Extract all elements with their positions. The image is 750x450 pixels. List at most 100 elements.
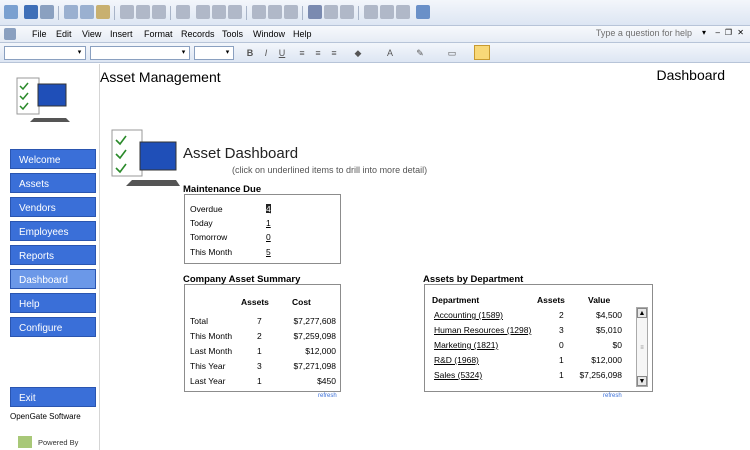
object-combo[interactable]: ▾: [4, 46, 86, 60]
nav-dashboard[interactable]: Dashboard: [10, 269, 96, 289]
new-record-icon[interactable]: [324, 5, 338, 19]
nav-help[interactable]: Help: [10, 293, 96, 313]
search-icon[interactable]: [40, 5, 54, 19]
size-combo[interactable]: ▾: [194, 46, 234, 60]
summary-refresh-link[interactable]: refresh: [318, 393, 337, 399]
font-color-icon[interactable]: A: [384, 47, 396, 59]
maintenance-panel: Overdue 4 Today 1 Tomorrow 0 This Month …: [184, 194, 341, 264]
maintenance-label: Today: [190, 218, 213, 228]
database-window-icon[interactable]: [380, 5, 394, 19]
border-width-icon[interactable]: ▭: [446, 47, 458, 59]
new-object-icon[interactable]: [396, 5, 410, 19]
summary-label: This Month: [190, 331, 233, 341]
find-icon[interactable]: [308, 5, 322, 19]
nav-reports[interactable]: Reports: [10, 245, 96, 265]
department-scrollbar[interactable]: ▲ ≡ ▼: [636, 307, 648, 387]
copy-icon[interactable]: [136, 5, 150, 19]
scroll-thumb-grip-icon[interactable]: ≡: [639, 344, 645, 352]
departments-refresh-link[interactable]: refresh: [603, 393, 622, 399]
summary-cost: $450: [317, 376, 336, 386]
sort-desc-icon[interactable]: [228, 5, 242, 19]
restore-icon[interactable]: ❐: [725, 28, 732, 37]
dropdown-arrow-icon[interactable]: ▾: [702, 28, 706, 37]
departments-panel: Department Assets Value Accounting (1589…: [424, 284, 653, 392]
maintenance-value[interactable]: 4: [266, 204, 271, 214]
sidebar: Welcome Assets Vendors Employees Reports…: [0, 64, 100, 450]
summary-label: Last Year: [190, 376, 226, 386]
nav-employees[interactable]: Employees: [10, 221, 96, 241]
bold-icon[interactable]: B: [244, 47, 256, 59]
minimize-icon[interactable]: –: [716, 28, 720, 37]
close-icon[interactable]: ✕: [737, 28, 744, 37]
print-icon[interactable]: [64, 5, 78, 19]
menu-edit[interactable]: Edit: [56, 29, 72, 39]
department-link[interactable]: Sales (5324): [434, 370, 482, 380]
link-icon[interactable]: [196, 5, 210, 19]
spelling-icon[interactable]: [96, 5, 110, 19]
summary-assets: 1: [257, 376, 262, 386]
menu-view[interactable]: View: [82, 29, 101, 39]
col-department-header: Department: [432, 295, 480, 305]
align-right-icon[interactable]: ≡: [328, 47, 340, 59]
department-assets: 2: [559, 310, 564, 320]
summary-label: Total: [190, 316, 208, 326]
font-combo[interactable]: ▾: [90, 46, 190, 60]
summary-cost: $7,259,098: [293, 331, 336, 341]
menu-format[interactable]: Format: [144, 29, 173, 39]
menu-records[interactable]: Records: [181, 29, 215, 39]
cut-icon[interactable]: [120, 5, 134, 19]
department-link[interactable]: Accounting (1589): [434, 310, 503, 320]
scroll-down-icon[interactable]: ▼: [637, 376, 647, 386]
properties-icon[interactable]: [364, 5, 378, 19]
department-link[interactable]: R&D (1968): [434, 355, 479, 365]
scroll-up-icon[interactable]: ▲: [637, 308, 647, 318]
menu-file[interactable]: File: [32, 29, 47, 39]
department-link[interactable]: Human Resources (1298): [434, 325, 531, 335]
apply-filter-icon[interactable]: [284, 5, 298, 19]
menu-insert[interactable]: Insert: [110, 29, 133, 39]
menu-window[interactable]: Window: [253, 29, 285, 39]
special-effect-icon[interactable]: [474, 45, 490, 60]
menu-help[interactable]: Help: [293, 29, 312, 39]
department-assets: 0: [559, 340, 564, 350]
page-title: Dashboard: [656, 67, 726, 83]
underline-icon[interactable]: U: [276, 47, 288, 59]
summary-panel: Assets Cost Total 7 $7,277,608 This Mont…: [184, 284, 341, 392]
menu-tools[interactable]: Tools: [222, 29, 243, 39]
undo-icon[interactable]: [176, 5, 190, 19]
chevron-down-icon: ▾: [181, 49, 186, 56]
nav-exit[interactable]: Exit: [10, 387, 96, 407]
scroll-track[interactable]: ≡: [637, 318, 647, 376]
summary-cost: $7,271,098: [293, 361, 336, 371]
maintenance-value[interactable]: 0: [266, 232, 271, 242]
italic-icon[interactable]: I: [260, 47, 272, 59]
nav-vendors[interactable]: Vendors: [10, 197, 96, 217]
department-value: $0: [612, 340, 622, 350]
filter-form-icon[interactable]: [268, 5, 282, 19]
department-value: $4,500: [596, 310, 622, 320]
col-value-header: Value: [588, 295, 611, 305]
maintenance-value[interactable]: 1: [266, 218, 271, 228]
help-icon[interactable]: [416, 5, 430, 19]
align-left-icon[interactable]: ≡: [296, 47, 308, 59]
nav-configure[interactable]: Configure: [10, 317, 96, 337]
save-icon[interactable]: [24, 5, 38, 19]
nav-assets[interactable]: Assets: [10, 173, 96, 193]
align-center-icon[interactable]: ≡: [312, 47, 324, 59]
help-search-input[interactable]: Type a question for help: [596, 28, 692, 38]
app-title: Asset Management: [100, 69, 221, 85]
formatting-toolbar: ▾ ▾ ▾ B I U ≡ ≡ ≡ ◆ A ✎ ▭: [0, 43, 750, 63]
nav-welcome[interactable]: Welcome: [10, 149, 96, 169]
view-icon[interactable]: [4, 5, 18, 19]
fill-color-icon[interactable]: ◆: [352, 47, 364, 59]
department-link[interactable]: Marketing (1821): [434, 340, 498, 350]
line-color-icon[interactable]: ✎: [414, 47, 426, 59]
maintenance-value[interactable]: 5: [266, 247, 271, 257]
powered-by-label: Powered By: [38, 438, 79, 447]
paste-icon[interactable]: [152, 5, 166, 19]
col-assets-header: Assets: [241, 297, 269, 307]
print-preview-icon[interactable]: [80, 5, 94, 19]
filter-icon[interactable]: [252, 5, 266, 19]
delete-record-icon[interactable]: [340, 5, 354, 19]
sort-asc-icon[interactable]: [212, 5, 226, 19]
